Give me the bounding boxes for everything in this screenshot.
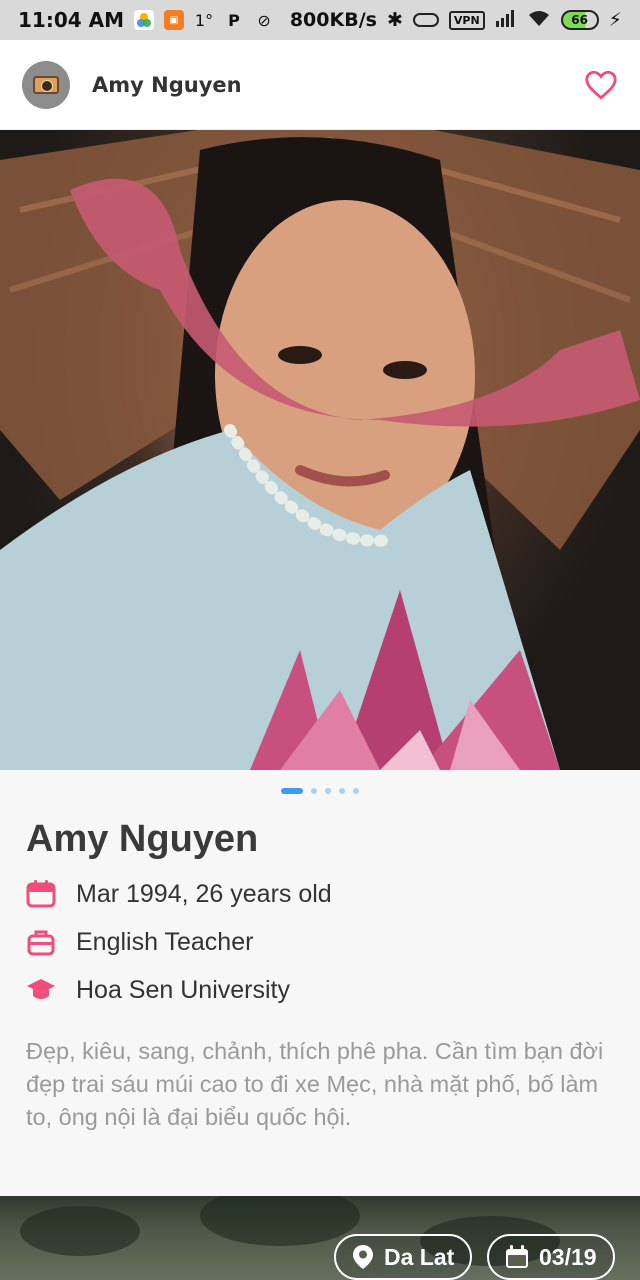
bluetooth-icon: ✱ bbox=[386, 9, 403, 31]
parking-icon: P bbox=[228, 10, 240, 30]
job-text: English Teacher bbox=[76, 927, 254, 956]
status-bar: 11:04 AM ▣ 1° P ⊘ 800KB/s ✱ VPN 66 ⚡ bbox=[0, 0, 640, 40]
calendar-icon bbox=[506, 1245, 528, 1268]
signal-icon bbox=[495, 9, 517, 32]
briefcase-icon bbox=[27, 930, 55, 956]
heart-icon[interactable] bbox=[584, 68, 618, 102]
photos-app-icon bbox=[134, 10, 155, 30]
status-time: 11:04 AM bbox=[18, 8, 125, 32]
pager-dot[interactable] bbox=[311, 788, 317, 794]
profile-header: Amy Nguyen bbox=[0, 40, 640, 130]
graduation-cap-icon bbox=[27, 979, 55, 999]
battery-icon: 66 bbox=[560, 10, 599, 30]
birth-text: Mar 1994, 26 years old bbox=[76, 879, 332, 908]
network-speed: 800KB/s bbox=[289, 9, 377, 31]
location-text: Da Lat bbox=[384, 1243, 455, 1270]
charging-icon: ⚡ bbox=[608, 9, 622, 31]
pager-dot[interactable] bbox=[325, 788, 331, 794]
location-pin-icon bbox=[353, 1245, 373, 1269]
wifi-icon bbox=[527, 9, 551, 32]
school-text: Hoa Sen University bbox=[76, 975, 290, 1004]
profile-photo[interactable] bbox=[0, 130, 640, 770]
toggle-icon bbox=[412, 13, 439, 27]
camera-icon bbox=[33, 75, 59, 94]
bio-text: Đẹp, kiêu, sang, chảnh, thích phê pha. C… bbox=[26, 1038, 604, 1130]
school-row: Hoa Sen University bbox=[26, 975, 616, 1005]
avatar[interactable] bbox=[22, 60, 70, 109]
alarm-off-icon: ⊘ bbox=[257, 10, 271, 30]
vpn-badge: VPN bbox=[448, 10, 485, 30]
location-chip[interactable]: Da Lat bbox=[334, 1234, 473, 1280]
foliage bbox=[20, 1206, 140, 1256]
pager-dot[interactable] bbox=[353, 788, 359, 794]
job-row: English Teacher bbox=[26, 927, 616, 957]
app-notification-icon: ▣ bbox=[164, 10, 185, 30]
birth-row: Mar 1994, 26 years old bbox=[26, 879, 616, 909]
temperature-icon: 1° bbox=[194, 10, 214, 30]
battery-level: 66 bbox=[571, 13, 588, 27]
date-text: 03/19 bbox=[539, 1243, 597, 1270]
profile-info: Amy Nguyen Mar 1994, 26 years old Englis… bbox=[26, 818, 616, 1134]
pager-dot-active[interactable] bbox=[281, 788, 303, 794]
foliage bbox=[200, 1196, 360, 1246]
header-name: Amy Nguyen bbox=[92, 72, 242, 97]
calendar-icon bbox=[26, 880, 56, 908]
photo-pager[interactable] bbox=[0, 788, 640, 794]
date-chip[interactable]: 03/19 bbox=[487, 1234, 615, 1280]
profile-name: Amy Nguyen bbox=[26, 818, 259, 860]
pager-dot[interactable] bbox=[339, 788, 345, 794]
